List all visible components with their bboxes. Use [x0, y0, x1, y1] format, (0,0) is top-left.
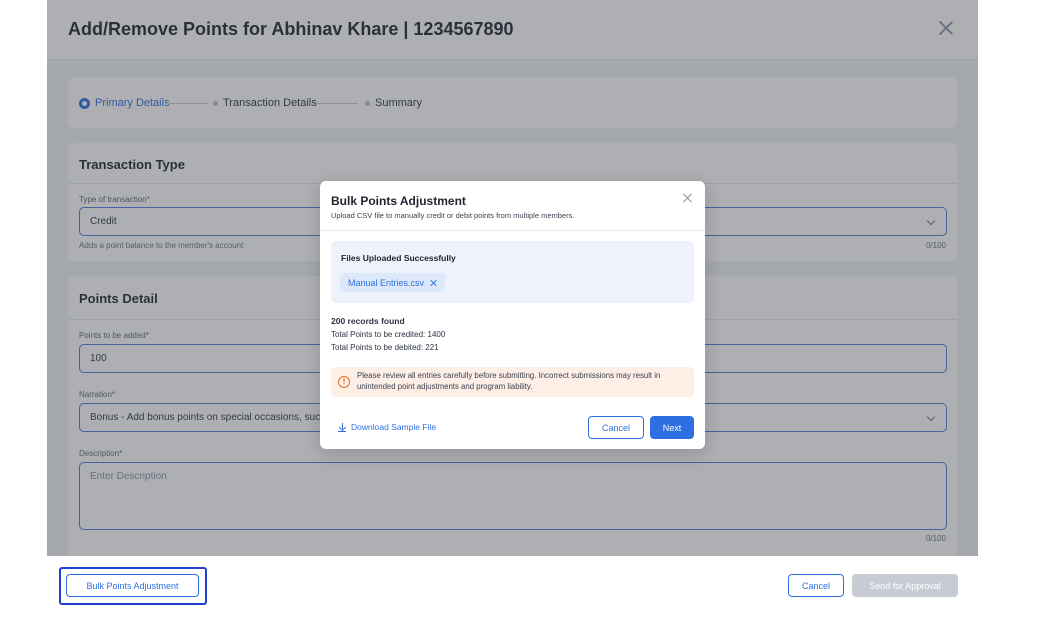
file-chip: Manual Entries.csv [340, 273, 446, 292]
highlight-box [59, 567, 207, 605]
download-link-label: Download Sample File [351, 422, 437, 432]
modal-subtitle: Upload CSV file to manually credit or de… [331, 211, 575, 220]
modal-cancel-button[interactable]: Cancel [588, 416, 644, 439]
records-count: 200 records found [331, 316, 405, 326]
close-icon[interactable] [682, 192, 694, 204]
send-for-approval-button[interactable]: Send for Approval [852, 574, 958, 597]
warning-text: Please review all entries carefully befo… [357, 371, 661, 391]
file-name: Manual Entries.csv [348, 277, 425, 288]
warning-banner: Please review all entries carefully befo… [331, 367, 694, 397]
debited-total: Total Points to be debited: 221 [331, 343, 439, 352]
remove-file-icon[interactable] [429, 279, 437, 287]
warning-icon [338, 376, 350, 388]
download-icon [338, 422, 346, 432]
modal-title: Bulk Points Adjustment [331, 194, 466, 208]
next-button[interactable]: Next [650, 416, 694, 439]
cancel-button[interactable]: Cancel [788, 574, 844, 597]
credited-total: Total Points to be credited: 1400 [331, 330, 446, 339]
upload-stats: 200 records found Total Points to be cre… [331, 315, 445, 354]
divider [320, 230, 705, 231]
download-sample-link[interactable]: Download Sample File [338, 422, 436, 432]
upload-status-box: Files Uploaded Successfully Manual Entri… [331, 241, 694, 303]
bulk-adjustment-modal: Bulk Points Adjustment Upload CSV file t… [320, 181, 705, 449]
upload-status-title: Files Uploaded Successfully [341, 253, 456, 263]
